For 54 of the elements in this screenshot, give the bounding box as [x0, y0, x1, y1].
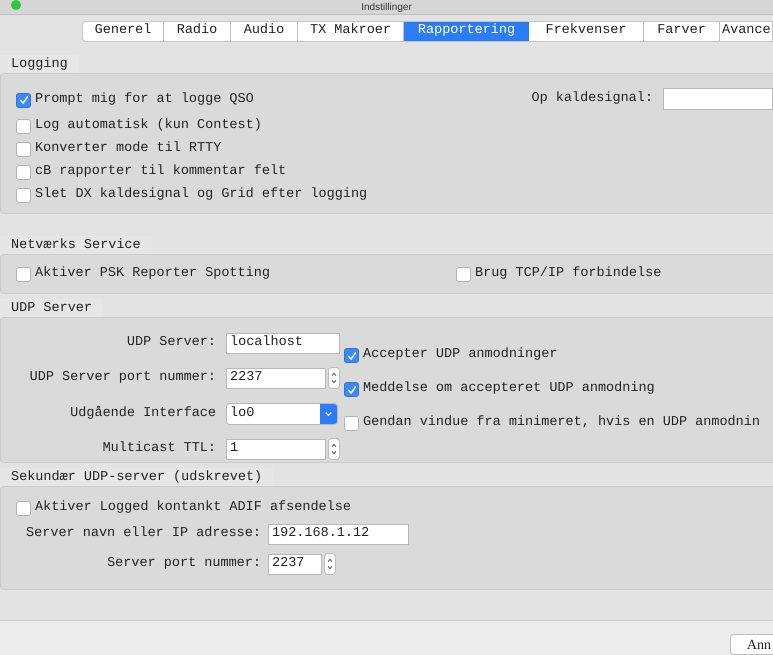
- checkbox-label: cB rapporter til kommentar felt: [35, 163, 286, 182]
- spinner-arrows[interactable]: [328, 367, 340, 390]
- checkbox-label: Aktiver Logged kontankt ADIF afsendelse: [35, 499, 351, 518]
- spinner-arrows[interactable]: [328, 438, 340, 460]
- number-field[interactable]: 2237: [226, 368, 326, 389]
- cancel-button[interactable]: Ann: [730, 634, 773, 655]
- tab[interactable]: Radio: [164, 21, 231, 42]
- field-label: Server navn eller IP adresse:: [25, 525, 261, 544]
- checkbox[interactable]: [16, 92, 31, 108]
- input-field[interactable]: localhost: [226, 332, 340, 354]
- checkbox-label: Accepter UDP anmodninger: [363, 346, 558, 364]
- tab[interactable]: Audio: [231, 21, 298, 42]
- tab[interactable]: TX Makroer: [298, 21, 404, 42]
- checkbox-label: Slet DX kaldesignal og Grid efter logging: [35, 186, 368, 204]
- checkbox-label: Log automatisk (kun Contest): [35, 117, 262, 136]
- checkbox-label: Prompt mig for at logge QSO: [35, 90, 254, 109]
- input-field[interactable]: [663, 88, 773, 110]
- spinner-arrows[interactable]: [324, 553, 336, 575]
- checkbox[interactable]: [456, 266, 471, 282]
- checkbox-label: Meddelse om accepteret UDP anmodning: [363, 380, 655, 398]
- field-label: Server port nummer:: [106, 554, 261, 573]
- zoom-icon[interactable]: [11, 0, 21, 10]
- checkmark-icon: [346, 350, 358, 362]
- checkbox[interactable]: [16, 266, 31, 282]
- checkbox[interactable]: [344, 416, 359, 431]
- checkbox-label: Konverter mode til RTTY: [35, 140, 222, 158]
- dropdown[interactable]: lo0: [226, 402, 338, 425]
- checkbox[interactable]: [16, 119, 31, 134]
- checkbox[interactable]: [16, 165, 31, 180]
- checkbox[interactable]: [344, 348, 359, 363]
- tab[interactable]: Avance: [720, 21, 773, 42]
- number-field[interactable]: 2237: [268, 554, 322, 574]
- checkmark-icon: [18, 94, 30, 106]
- window-title: Indstillinger: [361, 0, 412, 14]
- checkbox[interactable]: [344, 382, 359, 397]
- field-label: UDP Server:: [126, 334, 216, 352]
- checkbox[interactable]: [16, 188, 31, 203]
- tab[interactable]: Generel: [82, 21, 164, 42]
- input-field[interactable]: 192.168.1.12: [268, 524, 409, 545]
- tab[interactable]: Rapportering: [404, 21, 529, 42]
- field-label: Op kaldesignal:: [531, 90, 653, 108]
- field-label: UDP Server port nummer:: [28, 369, 216, 388]
- chevron-down-icon: [320, 404, 337, 424]
- checkbox[interactable]: [16, 142, 31, 157]
- checkbox-label: Aktiver PSK Reporter Spotting: [35, 264, 270, 283]
- checkmark-icon: [346, 384, 358, 396]
- number-field[interactable]: 1: [226, 438, 326, 460]
- field-label: Multicast TTL:: [102, 440, 216, 458]
- checkbox-label: Gendan vindue fra minimeret, hvis en UDP anmodnin: [363, 414, 760, 432]
- tab[interactable]: Farver: [644, 21, 720, 42]
- field-label: Udgående Interface: [69, 404, 216, 423]
- checkbox-label: Brug TCP/IP forbindelse: [475, 264, 662, 283]
- checkbox[interactable]: [16, 501, 31, 516]
- tab[interactable]: Frekvenser: [529, 21, 644, 42]
